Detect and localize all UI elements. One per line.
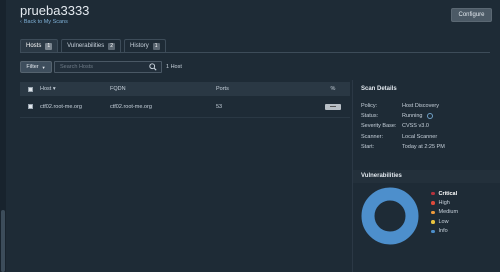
legend-dot [431, 220, 435, 224]
tab-count-badge: 2 [108, 42, 116, 50]
select-all-cell [20, 86, 40, 92]
donut-info-ring [361, 187, 419, 245]
search-icon[interactable] [149, 63, 157, 71]
host-cell: ctf02.root-me.org [40, 103, 82, 110]
page-title: prueba3333 [20, 3, 90, 18]
hosts-table: Host ▾ FQDN Ports % ctf02.root-me.org ct… [20, 82, 350, 118]
detail-key: Policy: [361, 103, 378, 110]
legend-item-info[interactable]: Info [431, 227, 458, 236]
vulnerabilities-legend: Critical High Medium Low Info [431, 189, 458, 236]
scrollbar[interactable] [1, 210, 5, 272]
legend-label: Medium [438, 209, 459, 216]
tab-hosts[interactable]: Hosts 1 [20, 39, 59, 52]
tab-count-badge: 1 [152, 42, 160, 50]
tab-divider [20, 52, 490, 53]
detail-key: Scanner: [361, 133, 384, 140]
legend-dot [431, 201, 435, 205]
table-row[interactable]: ctf02.root-me.org ctf02.root-me.org 53 [20, 96, 350, 118]
filter-label: Filter [26, 64, 39, 70]
detail-key: Severity Base: [361, 123, 397, 130]
column-fqdn[interactable]: FQDN [110, 86, 216, 92]
detail-row-policy: Policy: Host Discovery [361, 101, 445, 111]
tab-label: History [130, 43, 149, 49]
detail-value: Host Discovery [402, 103, 439, 110]
table-header: Host ▾ FQDN Ports % [20, 82, 350, 96]
legend-label: High [438, 200, 450, 207]
tab-vulnerabilities[interactable]: Vulnerabilities 2 [61, 39, 122, 52]
fqdn-cell: ctf02.root-me.org [110, 103, 152, 110]
host-count: 1 Host [166, 64, 182, 70]
detail-key: Start: [361, 143, 375, 150]
detail-row-scanner: Scanner: Local Scanner [361, 132, 445, 142]
tab-count-badge: 1 [45, 42, 53, 50]
detail-value: Today at 2:25 PM [402, 143, 445, 150]
ports-cell: 53 [216, 103, 223, 110]
legend-dot [431, 210, 435, 215]
vulnerabilities-donut[interactable] [360, 186, 420, 246]
detail-value: Local Scanner [402, 133, 438, 140]
legend-label: Critical [438, 190, 458, 197]
select-all-checkbox[interactable] [27, 86, 33, 92]
scan-details: Policy: Host Discovery Status: Running S… [361, 101, 445, 152]
detail-key: Status: [361, 113, 379, 120]
filter-button[interactable]: Filter ▼ [20, 61, 52, 73]
legend-item-medium[interactable]: Medium [431, 208, 458, 217]
vulnerabilities-title: Vulnerabilities [361, 173, 402, 179]
configure-button[interactable]: Configure [451, 8, 492, 22]
back-link-label: Back to My Scans [23, 19, 68, 25]
scan-details-title: Scan Details [361, 86, 397, 92]
spinner-icon [426, 113, 433, 120]
detail-row-start: Start: Today at 2:25 PM [361, 142, 445, 152]
tab-label: Hosts [26, 43, 42, 49]
legend-item-low[interactable]: Low [431, 217, 458, 226]
tab-label: Vulnerabilities [67, 43, 105, 49]
legend-label: Low [438, 218, 449, 225]
detail-value: CVSS v3.0 [402, 123, 429, 130]
severity-cell [316, 103, 350, 110]
severity-bar [325, 103, 341, 110]
row-check-cell [20, 104, 40, 109]
legend-item-critical[interactable]: Critical [431, 189, 458, 198]
legend-dot [431, 229, 435, 233]
detail-row-status: Status: Running [361, 111, 445, 121]
legend-label: Info [438, 228, 448, 235]
legend-item-high[interactable]: High [431, 198, 458, 207]
column-percent[interactable]: % [316, 86, 350, 92]
column-ports[interactable]: Ports [216, 86, 316, 92]
tab-history[interactable]: History 1 [124, 39, 166, 52]
chevron-left-icon: ‹ [20, 19, 22, 25]
caret-down-icon: ▼ [41, 64, 46, 70]
tab-bar: Hosts 1 Vulnerabilities 2 History 1 [20, 39, 166, 52]
detail-value: Running [402, 113, 423, 120]
dash-icon [330, 106, 336, 107]
detail-value-wrap: Running [402, 113, 433, 120]
legend-dot [431, 191, 435, 196]
back-link[interactable]: ‹ Back to My Scans [20, 19, 68, 25]
row-checkbox[interactable] [27, 104, 33, 109]
search-input[interactable] [54, 61, 162, 73]
column-host[interactable]: Host ▾ [40, 86, 110, 92]
detail-row-severity-base: Severity Base: CVSS v3.0 [361, 121, 445, 131]
